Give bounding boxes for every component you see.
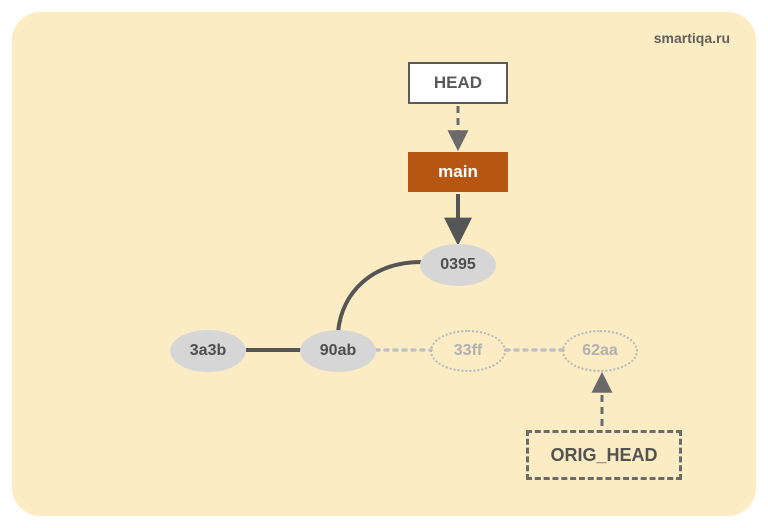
main-branch: main (408, 152, 508, 192)
orig-head-ref: ORIG_HEAD (526, 430, 682, 480)
commit-90ab: 90ab (300, 330, 376, 372)
diagram-canvas: smartiqa.ru HEAD main 0395 3a3b 90ab 33f… (12, 12, 756, 516)
commit-0395: 0395 (420, 244, 496, 286)
commit-62aa: 62aa (562, 330, 638, 372)
commit-33ff: 33ff (430, 330, 506, 372)
commit-3a3b: 3a3b (170, 330, 246, 372)
head-ref: HEAD (408, 62, 508, 104)
watermark: smartiqa.ru (654, 30, 730, 46)
